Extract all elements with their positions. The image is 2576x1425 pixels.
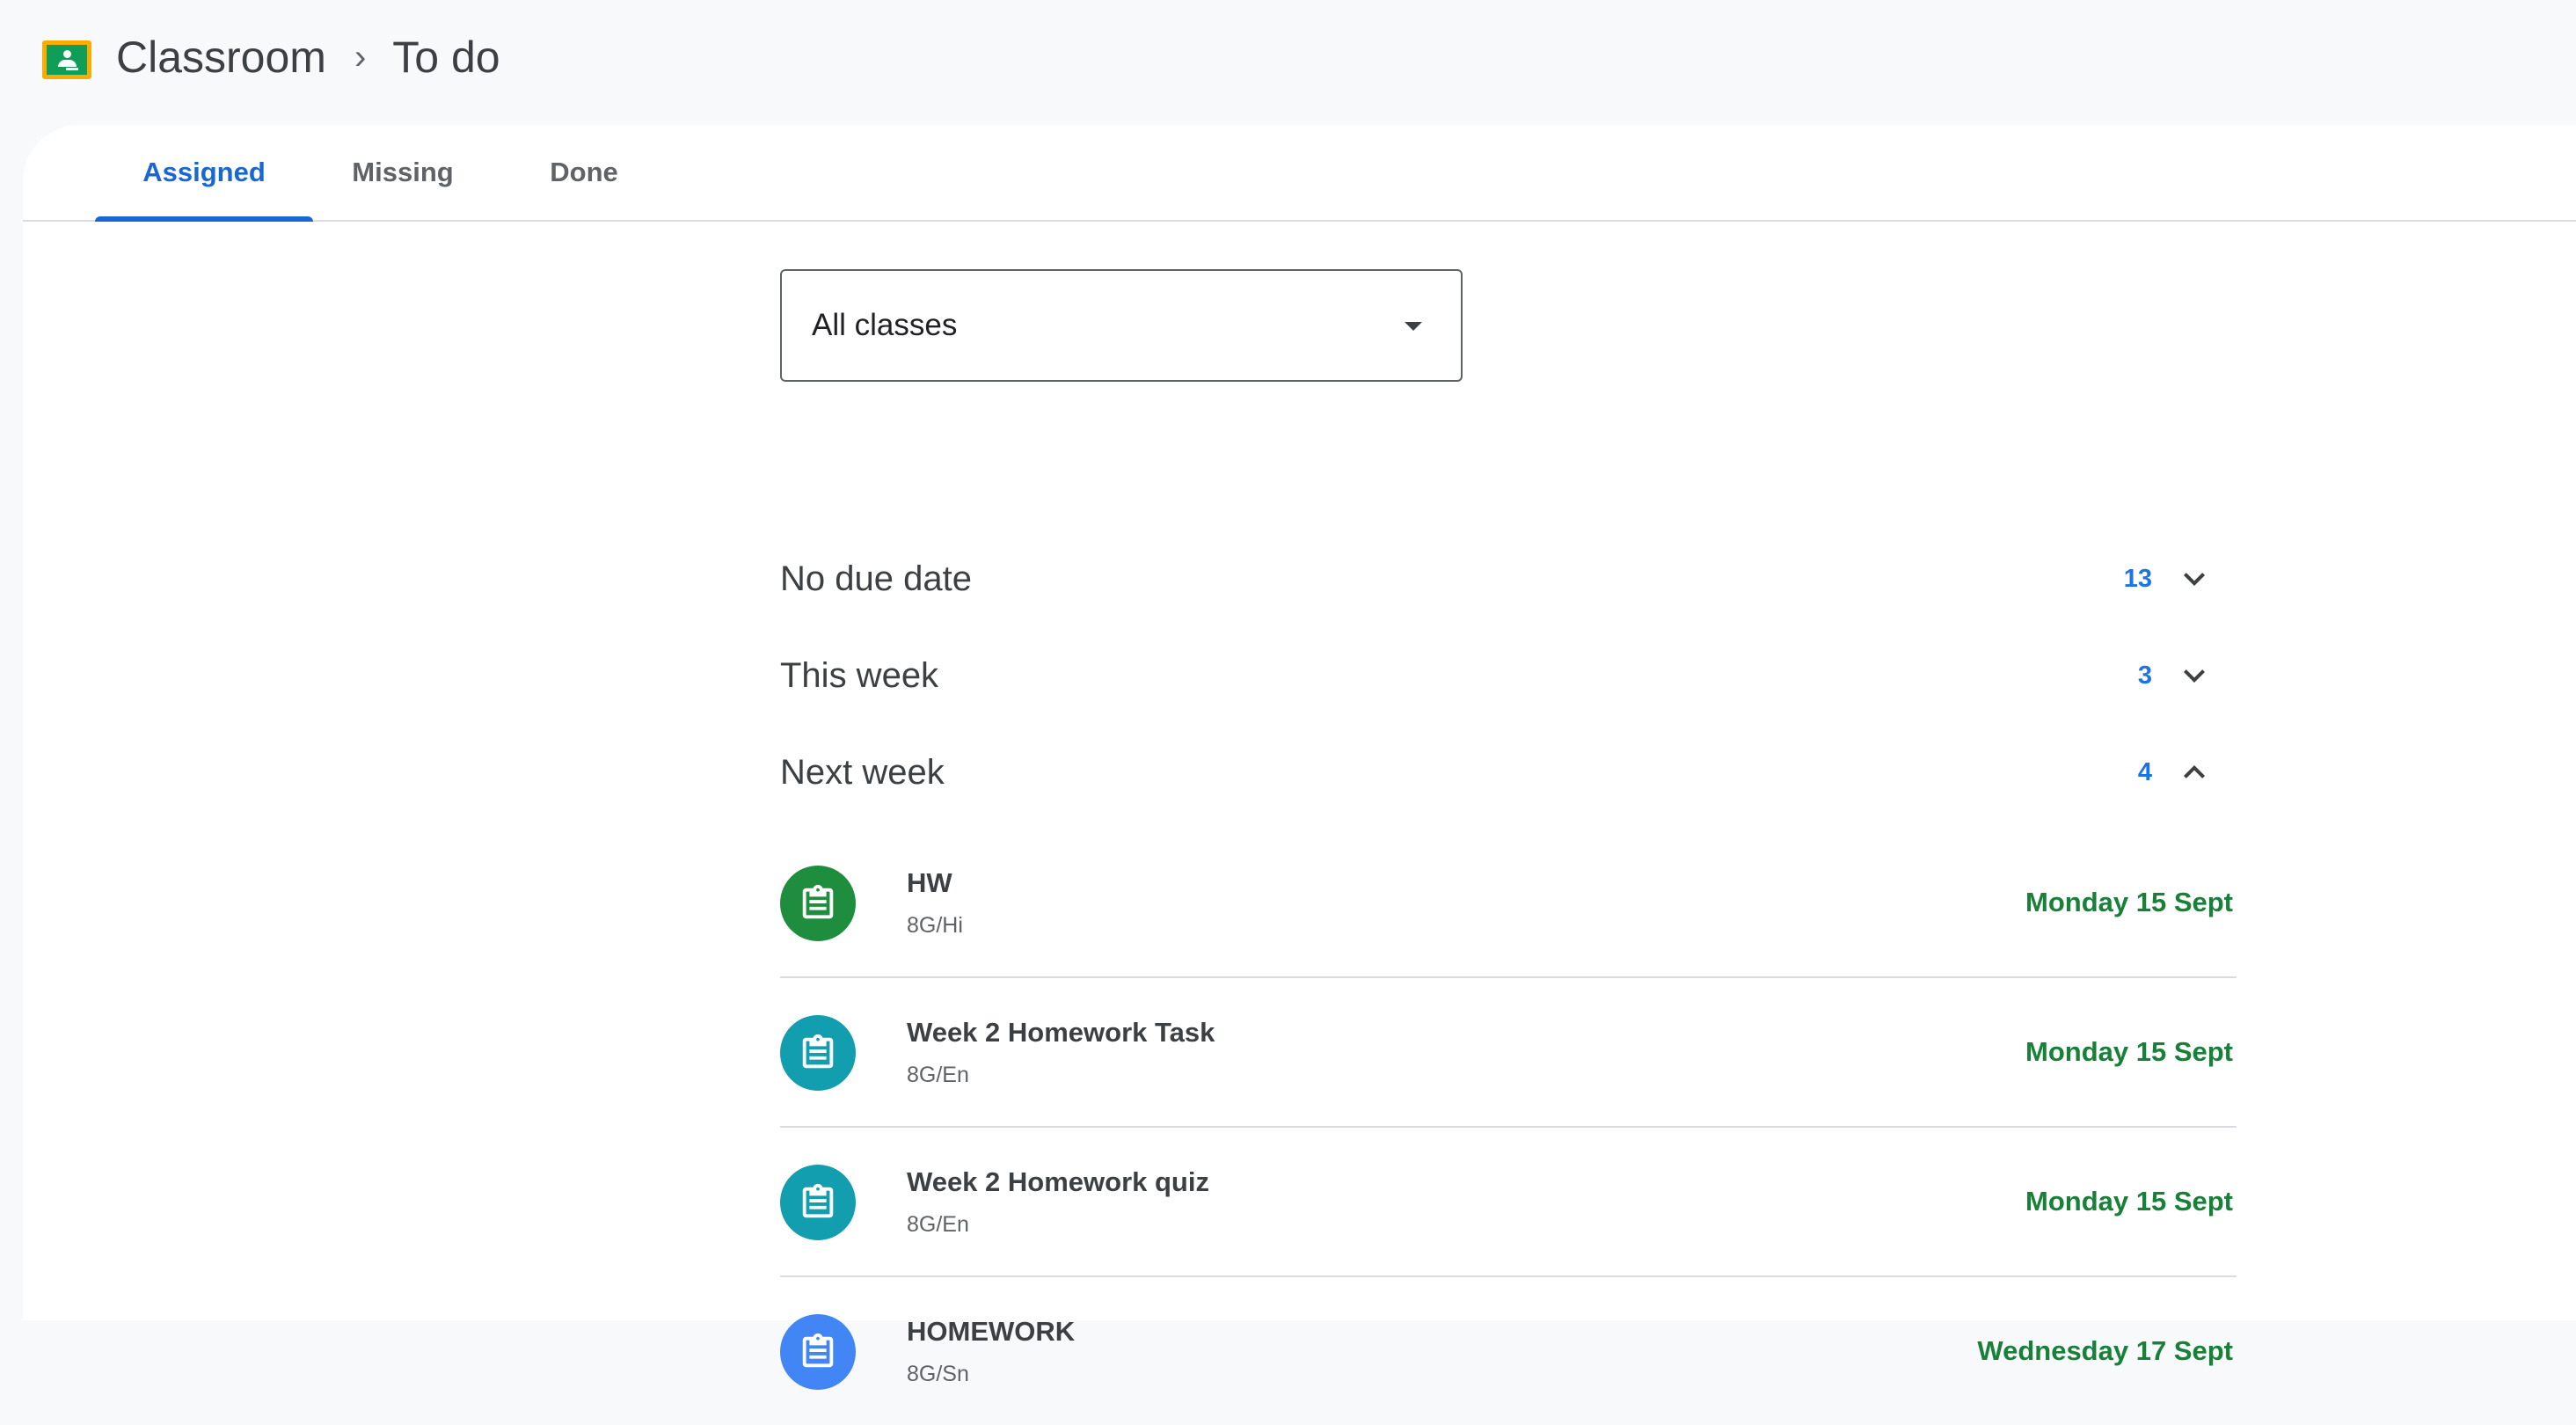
- task-item[interactable]: HW 8G/Hi Monday 15 Sept: [780, 829, 2237, 978]
- class-filter-select[interactable]: All classes: [780, 269, 1463, 382]
- classroom-logo-icon[interactable]: [42, 40, 91, 79]
- section-count: 13: [2123, 564, 2152, 593]
- section-title: No due date: [780, 559, 972, 598]
- assignment-icon: [780, 1165, 856, 1240]
- task-item[interactable]: Week 2 Homework quiz 8G/En Monday 15 Sep…: [780, 1128, 2237, 1277]
- task-title: Week 2 Homework quiz: [907, 1166, 1209, 1197]
- task-due-date: Wednesday 17 Sept: [1977, 1335, 2233, 1366]
- tab-missing[interactable]: Missing: [332, 125, 473, 220]
- chevron-down-icon[interactable]: [2173, 654, 2215, 697]
- task-class: 8G/En: [907, 1212, 969, 1237]
- breadcrumb-app-name[interactable]: Classroom: [116, 32, 326, 83]
- caret-down-icon: [1405, 322, 1422, 331]
- section-no-due-date[interactable]: No due date 13: [780, 544, 2237, 614]
- chevron-down-icon[interactable]: [2173, 558, 2215, 600]
- task-title: Week 2 Homework Task: [907, 1017, 1215, 1048]
- task-due-date: Monday 15 Sept: [2025, 1036, 2233, 1067]
- breadcrumb: Classroom › To do: [116, 26, 500, 88]
- task-list: HW 8G/Hi Monday 15 Sept Week 2 Homework …: [780, 829, 2237, 1425]
- app-header: Classroom › To do: [0, 0, 2576, 123]
- breadcrumb-separator-icon: ›: [354, 37, 367, 77]
- breadcrumb-page-title: To do: [392, 33, 500, 82]
- main-panel: Assigned Missing Done All classes No due…: [23, 125, 2576, 1390]
- class-filter-value: All classes: [812, 308, 958, 342]
- task-class: 8G/Hi: [907, 913, 963, 938]
- task-class: 8G/Sn: [907, 1362, 969, 1386]
- section-title: This week: [780, 655, 939, 695]
- chevron-up-icon[interactable]: [2173, 751, 2215, 793]
- tab-done[interactable]: Done: [522, 125, 646, 220]
- tab-assigned[interactable]: Assigned: [95, 125, 313, 222]
- section-next-week[interactable]: Next week 4: [780, 737, 2237, 808]
- task-due-date: Monday 15 Sept: [2025, 887, 2233, 917]
- task-class: 8G/En: [907, 1063, 969, 1087]
- assignment-icon: [780, 1314, 856, 1390]
- task-due-date: Monday 15 Sept: [2025, 1186, 2233, 1217]
- section-count: 3: [2137, 661, 2152, 690]
- task-item[interactable]: Week 2 Homework Task 8G/En Monday 15 Sep…: [780, 978, 2237, 1128]
- section-this-week[interactable]: This week 3: [780, 640, 2237, 711]
- section-title: Next week: [780, 752, 945, 792]
- task-item[interactable]: HOMEWORK 8G/Sn Wednesday 17 Sept: [780, 1277, 2237, 1425]
- task-title: HOMEWORK: [907, 1316, 1076, 1347]
- section-count: 4: [2137, 757, 2152, 786]
- task-title: HW: [907, 867, 952, 898]
- assignment-icon: [780, 1015, 856, 1091]
- assignment-icon: [780, 866, 856, 941]
- todo-content: All classes No due date 13 This week 3 N…: [780, 125, 2237, 1390]
